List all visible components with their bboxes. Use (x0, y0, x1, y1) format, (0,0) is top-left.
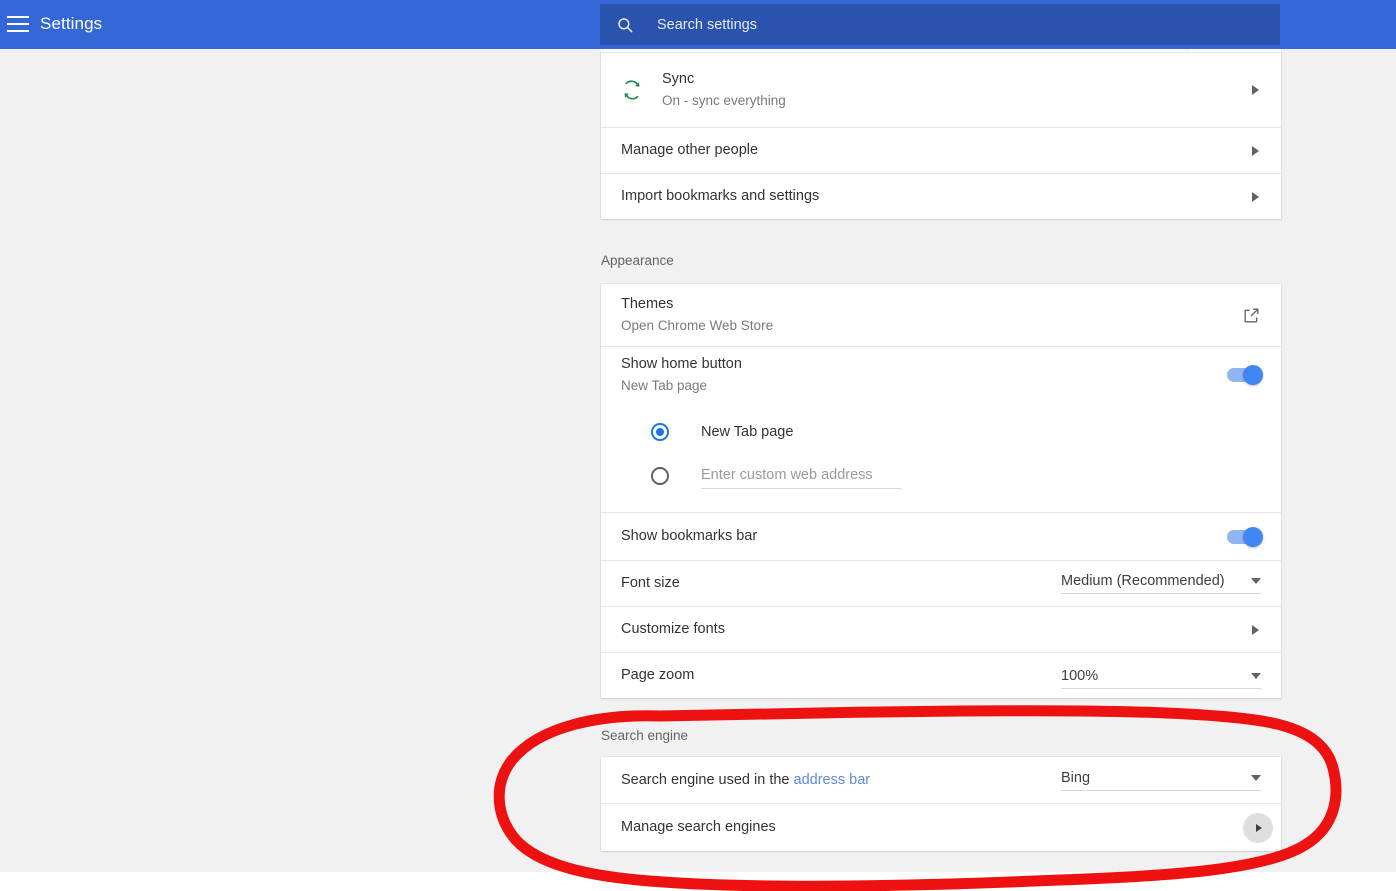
chevron-down-icon[interactable] (1251, 673, 1261, 679)
toggle-knob (1243, 526, 1263, 547)
address-bar-link[interactable]: address bar (794, 772, 871, 788)
open-in-new-icon[interactable] (1242, 306, 1261, 325)
search-engine-address-bar-title: Search engine used in the address bar (621, 771, 1061, 790)
font-size-row[interactable]: Font size Medium (Recommended) (601, 560, 1281, 606)
page-zoom-select[interactable]: 100% (1061, 668, 1261, 689)
page-zoom-row[interactable]: 100% Page zoom (601, 652, 1281, 698)
themes-title: Themes (621, 296, 674, 312)
hamburger-icon[interactable] (7, 14, 29, 34)
chevron-down-icon[interactable] (1251, 774, 1261, 781)
customize-fonts-texts: Customize fonts (621, 620, 1252, 639)
appearance-section-label: Appearance (601, 253, 674, 268)
chevron-down-icon[interactable] (1251, 578, 1261, 584)
sync-subtitle: On - sync everything (662, 92, 786, 108)
font-size-select[interactable]: Medium (Recommended) (1061, 573, 1261, 594)
manage-other-people-row[interactable]: Manage other people (601, 127, 1281, 173)
show-bookmarks-bar-toggle[interactable] (1227, 526, 1263, 547)
toggle-knob (1243, 364, 1263, 385)
search-engine-card: Search engine used in the address bar Bi… (601, 757, 1281, 851)
bottom-white-strip (0, 872, 1396, 891)
show-home-button-toggle[interactable] (1227, 364, 1263, 385)
chevron-right-icon[interactable] (1252, 191, 1259, 202)
chevron-right-icon[interactable] (1252, 84, 1259, 95)
show-bookmarks-bar-texts: Show bookmarks bar (621, 527, 1227, 546)
search-engine-address-bar-texts: Search engine used in the address bar (621, 771, 1061, 790)
custom-web-address-input[interactable] (701, 463, 901, 489)
manage-search-engines-title: Manage search engines (621, 819, 776, 835)
manage-search-engines-button[interactable] (1243, 812, 1273, 843)
manage-other-people-texts: Manage other people (621, 141, 1252, 160)
show-home-button-subtitle: New Tab page (621, 377, 708, 393)
chevron-right-icon[interactable] (1252, 145, 1259, 156)
radio-button-selected[interactable] (651, 423, 669, 441)
radio-new-tab-page[interactable]: New Tab page (601, 410, 1281, 454)
chevron-right-icon[interactable] (1252, 624, 1259, 635)
home-button-options: New Tab page (601, 402, 1281, 512)
font-size-title: Font size (621, 575, 680, 591)
page-zoom-value: 100% (1061, 668, 1099, 684)
search-engine-address-bar-row[interactable]: Search engine used in the address bar Bi… (601, 757, 1281, 803)
show-home-button-row[interactable]: Show home button New Tab page (601, 346, 1281, 402)
sync-row[interactable]: Sync On - sync everything (601, 52, 1281, 127)
font-size-texts: Font size (621, 574, 1061, 593)
sync-texts: Sync On - sync everything (662, 70, 1252, 110)
show-bookmarks-bar-title: Show bookmarks bar (621, 528, 758, 544)
radio-custom-web-address[interactable] (601, 454, 1281, 498)
import-bookmarks-row[interactable]: Import bookmarks and settings (601, 173, 1281, 219)
font-size-value: Medium (Recommended) (1061, 573, 1225, 589)
show-bookmarks-bar-row[interactable]: Show bookmarks bar (601, 512, 1281, 560)
search-engine-section-label: Search engine (601, 728, 689, 743)
themes-texts: Themes Open Chrome Web Store (621, 295, 1242, 335)
show-home-button-title: Show home button (621, 355, 742, 372)
search-input[interactable] (655, 15, 1219, 34)
settings-header: Settings (0, 0, 1396, 49)
search-settings-box[interactable] (600, 4, 1280, 45)
customize-fonts-row[interactable]: Customize fonts (601, 606, 1281, 652)
manage-search-engines-row[interactable]: Manage search engines (601, 803, 1281, 851)
sync-title: Sync (662, 70, 695, 87)
customize-fonts-title: Customize fonts (621, 621, 725, 637)
radio-button-unselected[interactable] (651, 467, 669, 485)
show-home-button-texts: Show home button New Tab page (621, 355, 1227, 395)
people-card: Sync On - sync everything Manage other p… (601, 52, 1281, 219)
manage-search-engines-texts: Manage search engines (621, 818, 1243, 837)
search-engine-select[interactable]: Bing (1061, 770, 1261, 791)
search-icon (618, 17, 633, 32)
themes-subtitle: Open Chrome Web Store (621, 318, 774, 333)
import-bookmarks-texts: Import bookmarks and settings (621, 187, 1252, 206)
manage-other-people-title: Manage other people (621, 142, 759, 158)
appearance-card: Themes Open Chrome Web Store Show home b… (601, 284, 1281, 698)
page-title: Settings (40, 14, 103, 33)
themes-row[interactable]: Themes Open Chrome Web Store (601, 284, 1281, 346)
import-bookmarks-title: Import bookmarks and settings (621, 188, 820, 204)
radio-new-tab-page-label: New Tab page (701, 424, 794, 440)
chevron-right-icon (1256, 823, 1262, 832)
sync-icon (624, 79, 640, 100)
search-engine-value: Bing (1061, 769, 1091, 786)
title-prefix: Search engine used in the (621, 771, 794, 788)
